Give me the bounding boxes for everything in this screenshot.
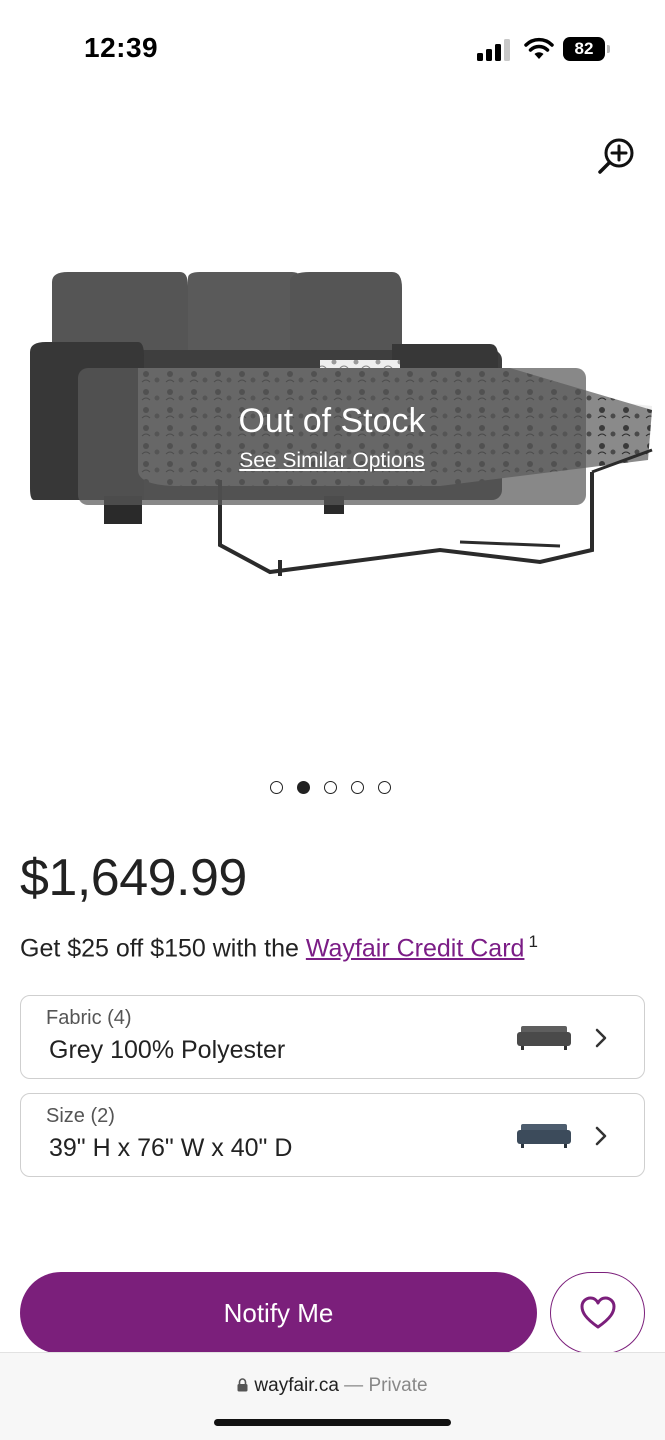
credit-card-promo: Get $25 off $150 with the Wayfair Credit… <box>20 932 538 963</box>
fabric-option-label: Fabric (4) <box>46 1007 132 1029</box>
browser-address-bar[interactable]: wayfair.ca — Private <box>0 1352 665 1440</box>
status-time: 12:39 <box>84 32 159 63</box>
promo-footnote: 1 <box>528 932 538 951</box>
carousel-dot-active[interactable] <box>297 781 310 794</box>
carousel-dots <box>270 781 391 794</box>
home-indicator[interactable] <box>214 1419 451 1426</box>
wifi-icon <box>524 37 554 59</box>
carousel-dot[interactable] <box>270 781 283 794</box>
size-swatch-thumbnail <box>517 1124 571 1148</box>
lock-icon <box>237 1378 248 1392</box>
carousel-dot[interactable] <box>378 781 391 794</box>
zoom-in-icon[interactable] <box>596 135 638 177</box>
size-option-label: Size (2) <box>46 1105 115 1127</box>
favorite-button[interactable] <box>550 1272 645 1354</box>
product-price: $1,649.99 <box>20 849 247 907</box>
private-label: — Private <box>338 1375 428 1396</box>
see-similar-options-link[interactable]: See Similar Options <box>239 449 425 473</box>
fabric-option-value: Grey 100% Polyester <box>49 1036 286 1064</box>
size-option-selector[interactable]: Size (2) 39" H x 76" W x 40" D <box>20 1093 645 1177</box>
heart-icon <box>580 1296 616 1329</box>
status-bar: 12:39 82 <box>0 0 665 100</box>
out-of-stock-overlay: Out of Stock See Similar Options <box>78 368 586 505</box>
battery-level: 82 <box>563 37 605 61</box>
fabric-option-selector[interactable]: Fabric (4) Grey 100% Polyester <box>20 995 645 1079</box>
carousel-dot[interactable] <box>351 781 364 794</box>
battery-icon: 82 <box>563 37 611 61</box>
url-domain: wayfair.ca <box>254 1375 339 1396</box>
out-of-stock-title: Out of Stock <box>238 402 426 440</box>
promo-text: Get $25 off $150 with the <box>20 934 306 963</box>
fabric-swatch-thumbnail <box>517 1026 571 1050</box>
credit-card-link[interactable]: Wayfair Credit Card <box>306 934 525 962</box>
chevron-right-icon <box>595 1028 607 1048</box>
chevron-right-icon <box>595 1126 607 1146</box>
url-row: wayfair.ca — Private <box>0 1375 665 1397</box>
signal-icon <box>477 39 510 61</box>
size-option-value: 39" H x 76" W x 40" D <box>49 1134 293 1162</box>
notify-me-button[interactable]: Notify Me <box>20 1272 537 1354</box>
carousel-dot[interactable] <box>324 781 337 794</box>
